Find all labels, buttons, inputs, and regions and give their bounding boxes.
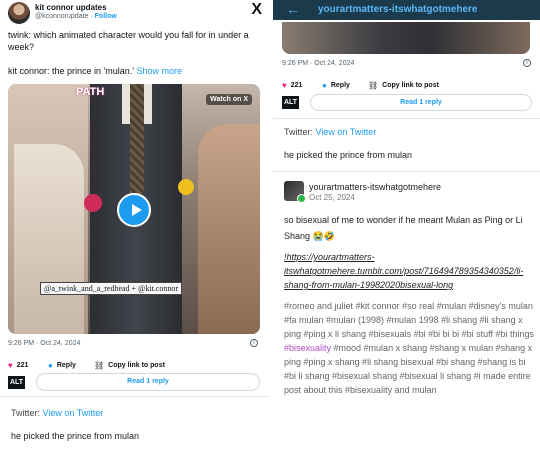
copy-link-button[interactable]: ⛓ Copy link to post xyxy=(94,361,165,370)
tweet-text-line2: kit connor: the prince in 'mulan.' xyxy=(8,66,134,76)
copy-link-button[interactable]: ⛓ Copy link to post xyxy=(368,81,439,90)
reblog-badge-icon xyxy=(297,194,306,203)
video-tie xyxy=(130,84,144,194)
like-count: 221 xyxy=(16,362,29,369)
tweet-timestamp[interactable]: 9:26 PM · Oct 24, 2024 xyxy=(282,60,354,67)
avatar[interactable] xyxy=(8,2,30,24)
microphone-icon xyxy=(84,194,102,212)
divider xyxy=(273,118,540,119)
reply-icon: ● xyxy=(322,81,327,90)
read-reply-button[interactable]: Read 1 reply xyxy=(310,94,532,111)
like-button[interactable]: ♥ 221 xyxy=(8,361,28,370)
twitter-source: Twitter: View on Twitter xyxy=(284,127,376,137)
right-tumblr-panel: ← yourartmatters-itswhatgotmehere 9:26 P… xyxy=(273,0,540,452)
heart-icon: ♥ xyxy=(8,361,13,370)
post-comment: he picked the prince from mulan xyxy=(284,150,413,160)
view-on-twitter-link[interactable]: View on Twitter xyxy=(316,127,377,137)
account-handle[interactable]: @kconnorupdate xyxy=(35,13,88,20)
tweet-video-cropped[interactable] xyxy=(282,22,530,54)
reply-button[interactable]: ● Reply xyxy=(48,361,76,370)
back-arrow-icon[interactable]: ← xyxy=(286,1,300,17)
follow-button[interactable]: Follow xyxy=(95,13,117,20)
tweet-timestamp[interactable]: 9:26 PM · Oct 24, 2024 xyxy=(8,340,80,347)
post-comment: he picked the prince from mulan xyxy=(11,431,140,441)
twitter-prefix: Twitter: xyxy=(11,408,43,418)
alt-badge[interactable]: ALT xyxy=(282,96,300,109)
tag-list: #romeo and juliet #kit connor #so real #… xyxy=(284,299,534,397)
play-icon[interactable] xyxy=(117,193,151,227)
show-more-link[interactable]: Show more xyxy=(137,66,183,76)
video-sign-text: PATH xyxy=(76,86,105,98)
watch-on-x-button[interactable]: Watch on X xyxy=(206,94,252,105)
tweet-video[interactable]: PATH Watch on X @a_twink_and_a_redhead +… xyxy=(8,84,260,334)
link-icon: ⛓ xyxy=(368,81,379,90)
reblog-date: Oct 25, 2024 xyxy=(309,193,355,202)
reply-label: Reply xyxy=(56,362,76,369)
x-logo-icon[interactable]: X xyxy=(251,1,262,19)
reply-icon: ● xyxy=(48,361,53,370)
alt-badge[interactable]: ALT xyxy=(8,376,26,389)
microphone-icon xyxy=(178,179,194,195)
video-person-right xyxy=(198,124,260,334)
info-icon[interactable]: i xyxy=(250,339,258,347)
reblog-body: so bisexual of me to wonder if he meant … xyxy=(284,215,523,241)
account-handle-row: @kconnorupdate · Follow xyxy=(35,13,117,20)
like-count: 221 xyxy=(290,82,303,89)
copy-link-label: Copy link to post xyxy=(382,82,439,89)
copy-link-label: Copy link to post xyxy=(108,362,165,369)
video-caption: @a_twink_and_a_redhead + @kit.connor xyxy=(40,282,183,295)
reply-button[interactable]: ● Reply xyxy=(322,81,350,90)
tweet-text-line1: twink: which animated character would yo… xyxy=(8,30,249,52)
reblogger-name[interactable]: yourartmatters-itswhatgotmehere xyxy=(309,182,441,192)
tags-part-1[interactable]: #romeo and juliet #kit connor #so real #… xyxy=(284,301,534,339)
like-button[interactable]: ♥ 221 xyxy=(282,81,302,90)
left-tweet-panel: kit connor updates @kconnorupdate · Foll… xyxy=(0,0,270,452)
heart-icon: ♥ xyxy=(282,81,287,90)
divider xyxy=(0,396,270,397)
link-icon: ⛓ xyxy=(94,361,105,370)
blog-title[interactable]: yourartmatters-itswhatgotmehere xyxy=(318,4,477,15)
tweet-header: kit connor updates @kconnorupdate · Foll… xyxy=(8,1,262,24)
tag-highlighted[interactable]: #bisexuality xyxy=(284,343,331,353)
twitter-prefix: Twitter: xyxy=(284,127,316,137)
video-person-left xyxy=(14,144,84,334)
blog-header: ← yourartmatters-itswhatgotmehere xyxy=(273,0,540,20)
info-icon[interactable]: i xyxy=(523,59,531,67)
twitter-source: Twitter: View on Twitter xyxy=(11,408,103,418)
post-link[interactable]: !https://yourartmatters-itswhatgotmehere… xyxy=(284,250,534,292)
divider xyxy=(273,171,540,172)
tweet-actions: ♥ 221 ● Reply ⛓ Copy link to post xyxy=(282,81,532,91)
tweet-actions: ♥ 221 ● Reply ⛓ Copy link to post xyxy=(8,361,258,371)
view-on-twitter-link[interactable]: View on Twitter xyxy=(43,408,104,418)
reply-label: Reply xyxy=(330,82,350,89)
tweet-text: twink: which animated character would yo… xyxy=(8,29,258,77)
read-reply-button[interactable]: Read 1 reply xyxy=(36,373,260,391)
tweet-text-line2-wrap: kit connor: the prince in 'mulan.' Show … xyxy=(8,65,258,77)
account-name[interactable]: kit connor updates xyxy=(35,3,107,12)
